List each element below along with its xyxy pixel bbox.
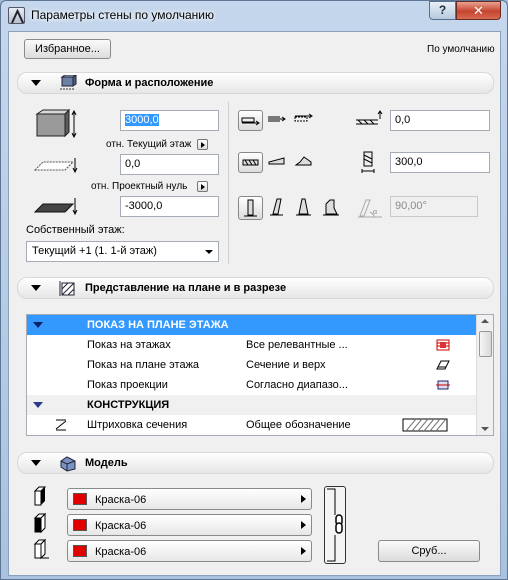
collapse-triangle-icon[interactable] [31,460,41,466]
plan-settings-tree[interactable]: ПОКАЗ НА ПЛАНЕ ЭТАЖА Показ на этажах Все… [26,314,494,436]
tree-row[interactable]: Штриховка сечения Общее обозначение [27,415,477,435]
expand-triangle-icon[interactable] [33,322,43,328]
wall-thickness-input[interactable]: 300,0 [390,152,490,173]
section-geometry-header[interactable]: Форма и расположение [17,72,494,94]
window-title: Параметры стены по умолчанию [31,8,214,22]
inside-face-icon [33,538,49,560]
dialog-window: Параметры стены по умолчанию ? ✕ Избранн… [0,0,508,580]
paint-outside-selector[interactable]: Краска-06 [67,488,312,510]
wall-vertical-button[interactable] [238,196,263,220]
tree-scrollbar[interactable] [476,315,493,435]
model-icon [60,456,76,472]
column-divider [228,102,229,264]
expand-triangle-icon[interactable] [33,402,43,408]
section-title: Форма и расположение [85,77,214,89]
chain-link-toggle[interactable] [324,486,346,564]
section-plan-header[interactable]: Представление на плане и в разрезе [17,277,494,299]
dialog-body: Избранное... По умолчанию Форма и распол… [8,31,501,576]
archicad-app-icon [8,7,25,24]
section-title: Модель [85,457,128,469]
chevron-down-icon [205,250,213,254]
wall-straight-button[interactable] [238,152,263,173]
chain-link-icon [327,488,343,562]
hatch-icon [55,419,67,431]
ref-line-outside-button[interactable] [238,110,263,131]
tree-row[interactable]: Показ на этажах Все релевантные ... [27,335,477,355]
height-reference-arrow-button[interactable] [197,139,208,150]
wall-slanted-button[interactable] [265,196,290,220]
plan-section-icon [59,281,75,296]
height-reference-label: отн. Текущий этаж [106,139,192,150]
hatch-preview [402,418,448,432]
home-story-label: Собственный этаж: [26,224,125,236]
chevron-right-icon [301,521,306,529]
chevron-right-icon [301,495,306,503]
collapse-triangle-icon[interactable] [31,80,41,86]
section-model-header[interactable]: Модель [17,452,494,474]
cut-top-icon [436,360,450,370]
wall-angle-input: 90,00° [390,196,478,217]
paint-edge-selector[interactable]: Краска-06 [67,514,312,536]
ref-offset-icon [356,110,383,125]
chevron-right-icon [301,547,306,555]
paint-swatch [73,545,87,557]
close-button[interactable]: ✕ [456,1,501,20]
wall-angle-icon: α [358,199,382,218]
projection-icon [436,380,450,390]
wall-thickness-icon [361,151,375,173]
wall-bottom-input[interactable]: -3000,0 [120,196,219,217]
base-offset-icon [33,158,78,174]
wall-height-icon [35,108,77,139]
collapse-triangle-icon[interactable] [31,285,41,291]
help-button[interactable]: ? [429,1,456,20]
base-reference-arrow-button[interactable] [197,181,208,192]
stories-icon [436,339,450,351]
wall-profiled-button[interactable] [319,196,344,220]
log-details-button[interactable]: Сруб... [378,540,480,562]
ref-line-inside-button[interactable] [292,110,317,131]
svg-text:α: α [373,209,377,216]
ref-line-center-button[interactable] [265,110,290,131]
section-title: Представление на плане и в разрезе [85,282,287,294]
title-bar[interactable]: Параметры стены по умолчанию ? ✕ [1,1,507,31]
tree-group-floor-plan[interactable]: ПОКАЗ НА ПЛАНЕ ЭТАЖА [27,315,477,335]
paint-swatch [73,493,87,505]
ref-offset-input[interactable]: 0,0 [390,110,490,131]
wall-bottom-icon [33,198,78,216]
edge-face-icon [33,512,47,534]
scroll-thumb[interactable] [479,331,492,357]
scroll-up-arrow-icon[interactable] [481,319,489,323]
tree-row[interactable]: Показ проекции Согласно диапазо... [27,375,477,395]
paint-inside-selector[interactable]: Краска-06 [67,540,312,562]
base-offset-input[interactable]: 0,0 [120,154,219,175]
base-reference-label: отн. Проектный нуль [91,181,188,192]
geometry-icon [60,75,77,90]
home-story-dropdown[interactable]: Текущий +1 (1. 1-й этаж) [26,241,219,262]
wall-trapezoid-button[interactable] [265,152,290,173]
wall-polygonal-button[interactable] [292,152,317,173]
tree-group-construction[interactable]: КОНСТРУКЦИЯ [27,395,477,415]
wall-height-input[interactable]: 3000,0 [120,110,219,131]
outside-face-icon [33,486,47,506]
default-settings-label: По умолчанию [427,44,495,55]
favorites-button[interactable]: Избранное... [24,39,111,59]
wall-double-slanted-button[interactable] [292,196,317,220]
paint-swatch [73,519,87,531]
tree-row[interactable]: Показ на плане этажа Сечение и верх [27,355,477,375]
scroll-down-arrow-icon[interactable] [481,427,489,431]
